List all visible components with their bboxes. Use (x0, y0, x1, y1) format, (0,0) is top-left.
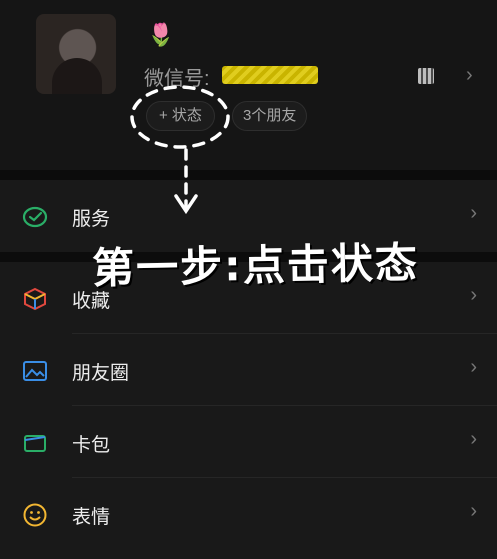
dashed-circle-highlight (130, 85, 230, 149)
annotation-step-text: 第一步:点击状态 (91, 238, 420, 293)
